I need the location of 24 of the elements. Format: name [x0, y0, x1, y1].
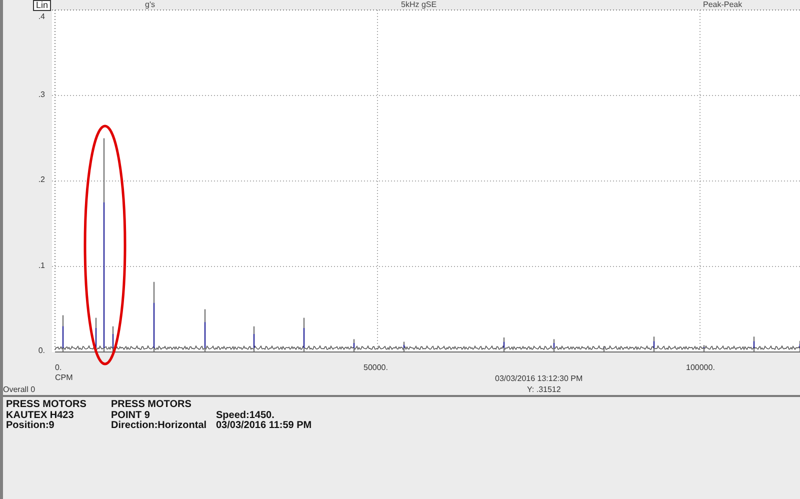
y-axis-label: .1 [37, 260, 45, 270]
scale-button[interactable]: Lin [33, 0, 52, 11]
amplitude-type-label: Peak-Peak [703, 0, 742, 9]
y-axis-label: .2 [37, 175, 45, 184]
cursor-reading: Y: .31512 [527, 385, 561, 394]
x-axis-unit: CPM [55, 373, 73, 382]
info-text: KAUTEX H423 [6, 410, 75, 420]
y-axis-label: 0. [37, 346, 45, 355]
info-text: PRESS MOTORS [6, 400, 88, 410]
info-text: 03/03/2016 11:59 PM [216, 421, 313, 432]
info-text: POINT 9 [111, 410, 151, 420]
info-text: Speed:1450. [216, 410, 276, 420]
info-text: Direction:Horizontal [111, 421, 208, 432]
overall-value: Overall 0 [3, 385, 36, 394]
x-axis-label: 50000. [364, 363, 388, 372]
x-axis-label: 0. [55, 363, 62, 372]
y-axis-label: .3 [37, 90, 45, 98]
units-label: g's [145, 0, 155, 9]
info-text: Position:9 [6, 421, 56, 432]
measurement-label: 5kHz gSE [401, 0, 437, 9]
cursor-timestamp: 03/03/2016 13:12:30 PM [495, 374, 583, 383]
y-axis-label: .4 [37, 12, 45, 21]
info-text: PRESS MOTORS [111, 400, 192, 410]
x-axis-label: 100000. [686, 363, 715, 372]
